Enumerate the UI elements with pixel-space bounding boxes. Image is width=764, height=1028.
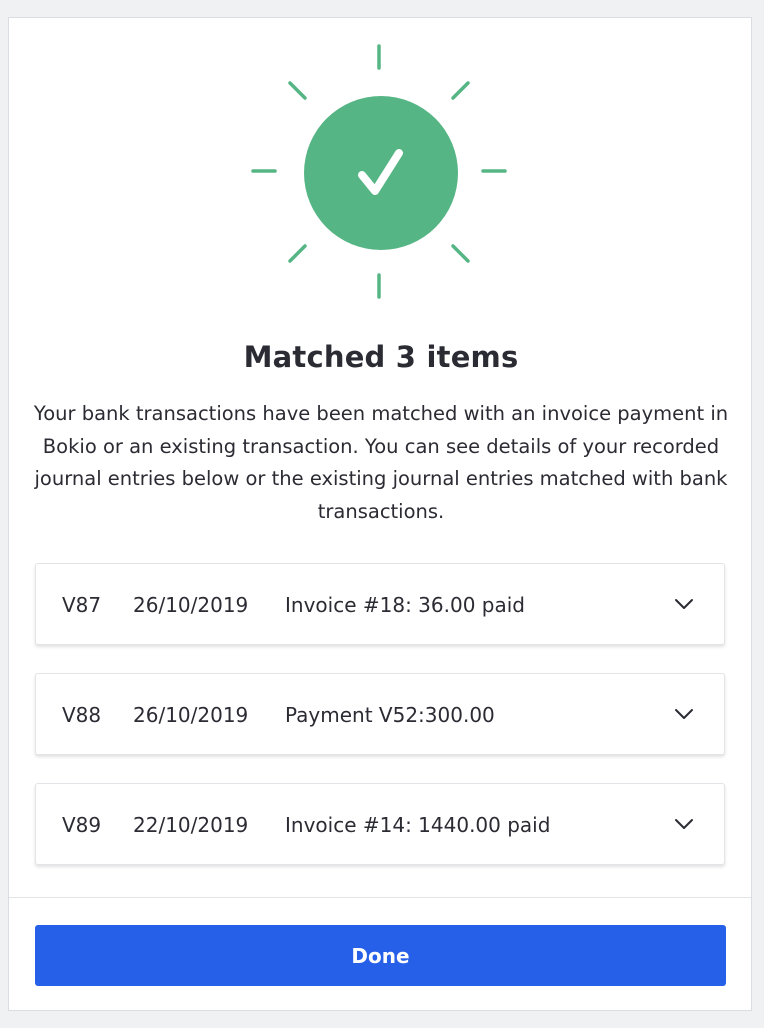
entry-date: 26/10/2019 <box>133 703 249 727</box>
entry-date: 26/10/2019 <box>133 593 249 617</box>
entry-number: V88 <box>62 703 102 727</box>
journal-entry-row[interactable]: V89 22/10/2019 Invoice #14: 1440.00 paid <box>35 783 725 865</box>
match-result-modal: Matched 3 items Your bank transactions h… <box>8 17 752 1011</box>
entry-date: 22/10/2019 <box>133 813 249 837</box>
chevron-down-icon[interactable] <box>674 597 694 611</box>
modal-title: Matched 3 items <box>243 340 519 374</box>
entry-description: Invoice #18: 36.00 paid <box>285 593 525 617</box>
entry-description: Invoice #14: 1440.00 paid <box>285 813 551 837</box>
modal-description: Your bank transactions have been matched… <box>33 402 729 523</box>
success-illustration <box>9 18 753 328</box>
entry-description: Payment V52:300.00 <box>285 703 495 727</box>
journal-entry-list: V87 26/10/2019 Invoice #18: 36.00 paid V… <box>35 563 725 893</box>
footer-divider <box>9 897 751 898</box>
entry-number: V87 <box>62 593 102 617</box>
chevron-down-icon[interactable] <box>674 817 694 831</box>
done-button[interactable]: Done <box>35 925 726 986</box>
chevron-down-icon[interactable] <box>674 707 694 721</box>
journal-entry-row[interactable]: V88 26/10/2019 Payment V52:300.00 <box>35 673 725 755</box>
entry-number: V89 <box>62 813 102 837</box>
checkmark-circle-icon <box>251 44 507 299</box>
journal-entry-row[interactable]: V87 26/10/2019 Invoice #18: 36.00 paid <box>35 563 725 645</box>
